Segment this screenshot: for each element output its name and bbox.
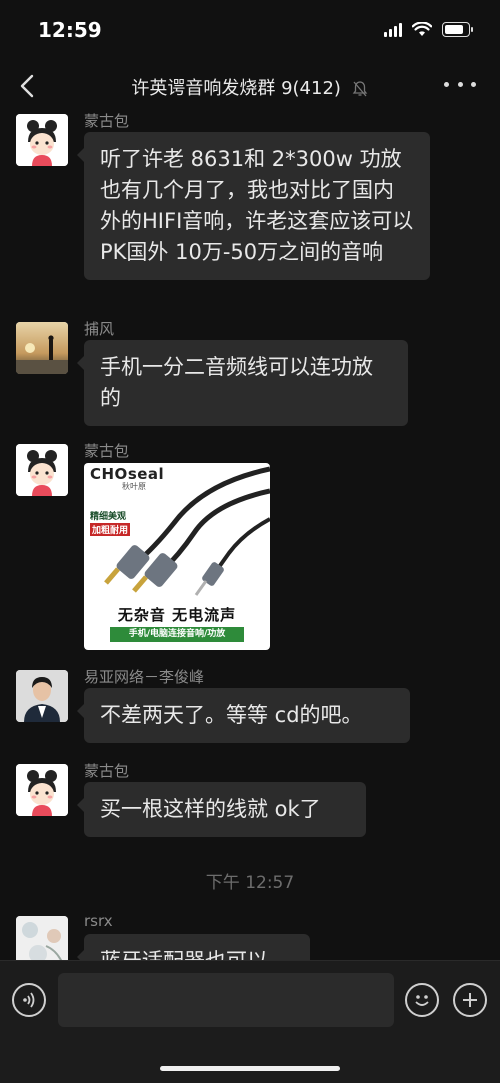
message-bubble[interactable]: 蓝牙适配器也可以 — [77, 934, 310, 960]
sender-name: 易亚网络－李俊峰 — [84, 668, 205, 686]
sender-name: 蒙古包 — [84, 442, 130, 460]
image-banner: 手机/电脑连接音响/功放 — [110, 627, 244, 642]
message-bubble[interactable]: 手机一分二音频线可以连功放的 — [77, 340, 408, 426]
wifi-icon — [412, 22, 432, 36]
avatar[interactable] — [16, 764, 68, 816]
chat-title-text: 许英谔音响发烧群 9(412) — [131, 78, 341, 99]
avatar[interactable] — [16, 916, 68, 960]
image-tag: 加粗耐用 — [90, 523, 131, 536]
image-headline: 无杂音 无电流声 — [117, 606, 237, 624]
chat-title: 许英谔音响发烧群 9(412) — [0, 74, 500, 100]
status-time: 12:59 — [38, 18, 102, 42]
status-icons — [384, 22, 473, 37]
shared-image[interactable]: CHOseal 秋叶原 精细美观 加粗耐用 无杂音 无电流声 手机/电脑连接音响… — [84, 463, 270, 650]
chat-header: 许英谔音响发烧群 9(412) — [0, 60, 500, 110]
image-tag: 精细美观 — [90, 512, 127, 522]
sunset-silhouette-avatar-icon — [16, 322, 68, 374]
floral-avatar-icon — [16, 916, 68, 960]
home-indicator[interactable] — [160, 1066, 340, 1071]
add-more-icon[interactable] — [453, 983, 487, 1017]
cellular-signal-icon — [384, 22, 402, 37]
sender-name: 捕风 — [84, 320, 115, 338]
sender-name: 蒙古包 — [84, 112, 130, 130]
more-options-icon[interactable] — [444, 74, 476, 94]
image-brand-sub: 秋叶原 — [122, 482, 146, 491]
input-bar — [0, 960, 500, 1083]
avatar[interactable] — [16, 114, 68, 166]
sender-name: rsrx — [84, 912, 113, 930]
cartoon-girl-avatar-icon — [16, 114, 68, 166]
chat-messages[interactable]: 蒙古包 听了许老 8631和 2*300w 功放也有几个月了，我也对比了国内外的… — [0, 110, 500, 960]
message-bubble[interactable]: 不差两天了。等等 cd的吧。 — [77, 688, 410, 743]
battery-icon — [442, 22, 473, 37]
voice-input-icon[interactable] — [12, 983, 46, 1017]
sender-name: 蒙古包 — [84, 762, 130, 780]
avatar[interactable] — [16, 444, 68, 496]
emoji-icon[interactable] — [405, 983, 439, 1017]
cartoon-girl-avatar-icon — [16, 444, 68, 496]
man-portrait-avatar-icon — [16, 670, 68, 722]
status-bar: 12:59 — [0, 0, 500, 60]
message-input[interactable] — [58, 973, 394, 1027]
message-timestamp: 下午 12:57 — [205, 873, 295, 893]
avatar[interactable] — [16, 322, 68, 374]
message-bubble[interactable]: 买一根这样的线就 ok了 — [77, 782, 366, 837]
avatar[interactable] — [16, 670, 68, 722]
cartoon-girl-avatar-icon — [16, 764, 68, 816]
message-bubble[interactable]: 听了许老 8631和 2*300w 功放也有几个月了，我也对比了国内外的HIFI… — [77, 132, 430, 280]
mute-bell-icon — [352, 81, 367, 97]
